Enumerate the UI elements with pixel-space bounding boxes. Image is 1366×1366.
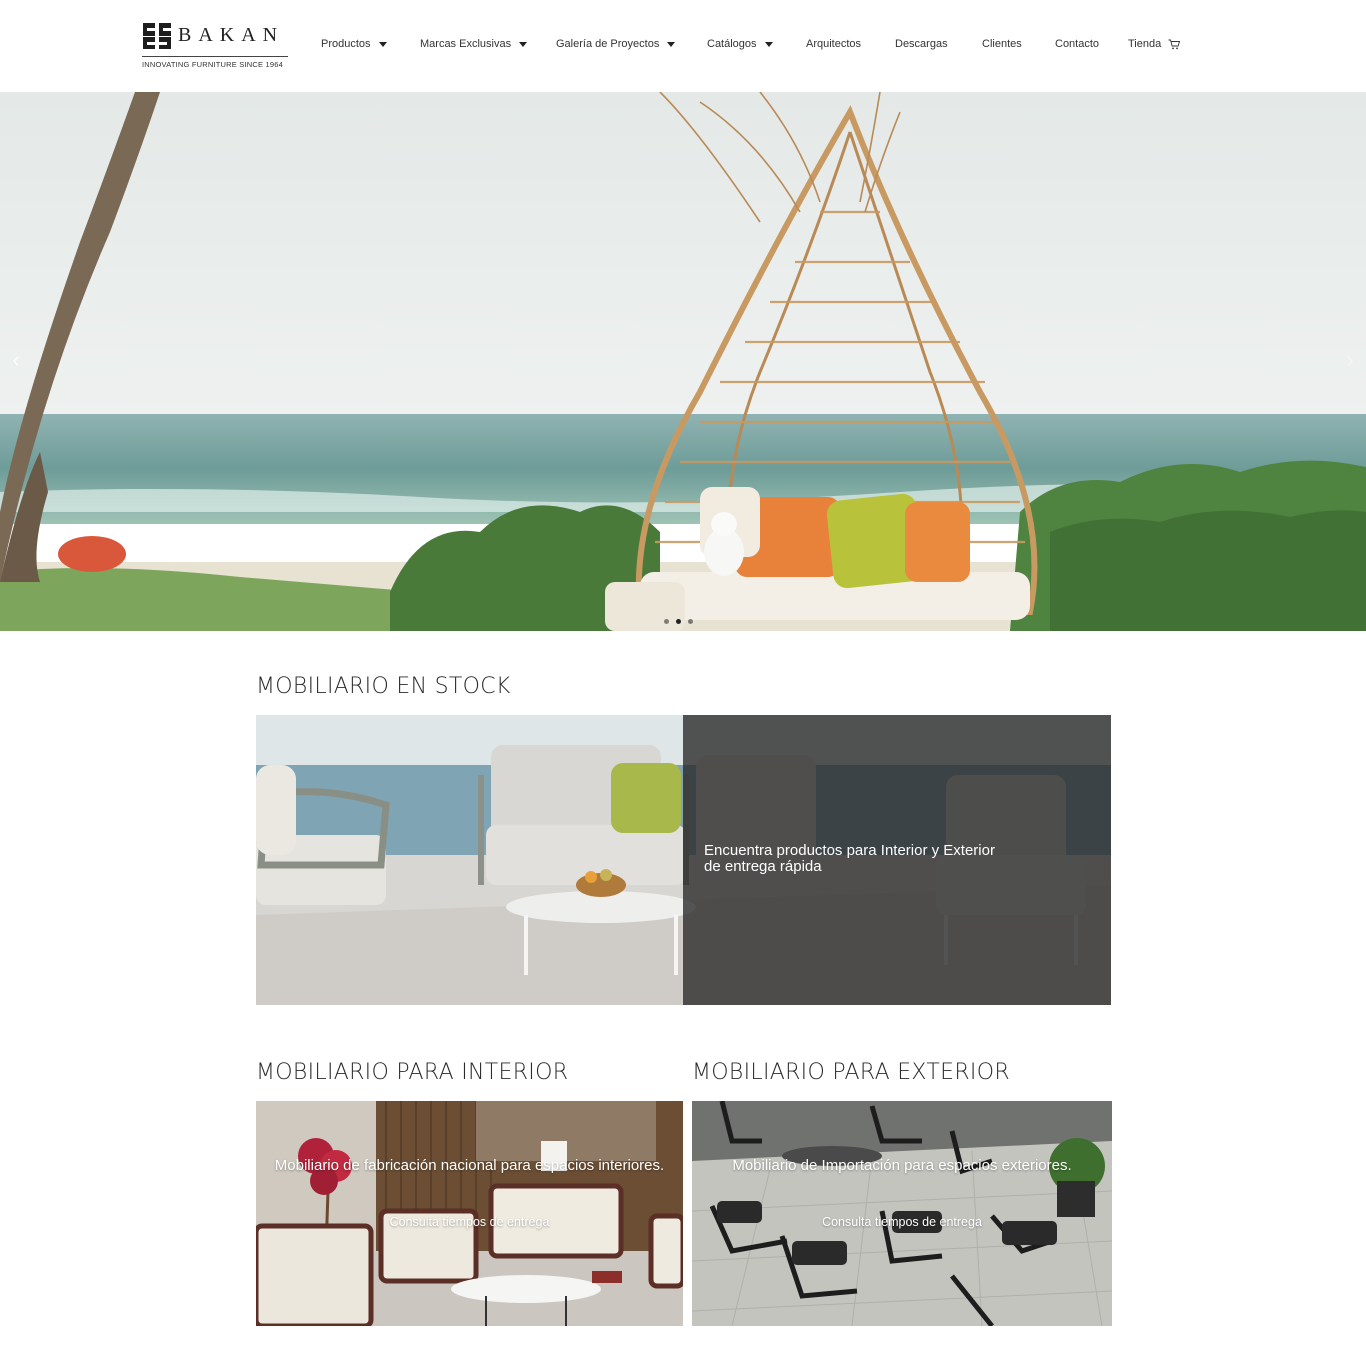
- nav-item-contacto[interactable]: Contacto: [1055, 38, 1099, 50]
- exterior-banner[interactable]: Mobiliario de Importación para espacios …: [692, 1101, 1112, 1326]
- stock-title: MOBILIARIO EN STOCK: [256, 674, 511, 699]
- nav-label: Descargas: [895, 38, 948, 50]
- carousel-next-button[interactable]: ›: [1340, 347, 1360, 373]
- interior-banner[interactable]: Mobiliario de fabricación nacional para …: [256, 1101, 683, 1326]
- nav-label: Catálogos: [707, 38, 757, 50]
- nav-label: Clientes: [982, 38, 1022, 50]
- nav-item-galeria-proyectos[interactable]: Galería de Proyectos: [556, 38, 676, 50]
- interior-title: MOBILIARIO PARA INTERIOR: [256, 1060, 569, 1085]
- exterior-title: MOBILIARIO PARA EXTERIOR: [692, 1060, 1010, 1085]
- nav-label: Tienda: [1128, 38, 1162, 50]
- exterior-image: [692, 1101, 1112, 1326]
- nav-item-tienda[interactable]: Tienda: [1128, 38, 1181, 50]
- chevron-right-icon: ›: [1346, 347, 1354, 372]
- nav-item-catalogos[interactable]: Catálogos: [707, 38, 773, 50]
- carousel-indicators: [664, 619, 693, 624]
- caret-down-icon: [378, 41, 387, 47]
- logo-divider: [142, 56, 288, 57]
- stock-banner[interactable]: Encuentra productos para Interior y Exte…: [256, 715, 1111, 1005]
- carousel-dot[interactable]: [688, 619, 693, 624]
- hero-carousel[interactable]: ‹ ›: [0, 92, 1366, 631]
- nav-label: Productos: [321, 38, 371, 50]
- nav-item-descargas[interactable]: Descargas: [895, 38, 948, 50]
- interior-delivery-link[interactable]: Consulta tiempos de entrega: [256, 1215, 683, 1229]
- main-nav: Productos Marcas Exclusivas Galería de P…: [0, 38, 1366, 54]
- chevron-left-icon: ‹: [12, 347, 20, 372]
- nav-item-marcas-exclusivas[interactable]: Marcas Exclusivas: [420, 38, 528, 50]
- nav-label: Arquitectos: [806, 38, 862, 50]
- nav-label: Galería de Proyectos: [556, 38, 660, 50]
- stock-description: Encuentra productos para Interior y Exte…: [704, 842, 995, 875]
- interior-description: Mobiliario de fabricación nacional para …: [274, 1157, 665, 1174]
- caret-down-icon: [519, 41, 528, 47]
- nav-item-productos[interactable]: Productos: [321, 38, 387, 50]
- hero-image: [0, 92, 1366, 631]
- caret-down-icon: [667, 41, 676, 47]
- nav-label: Contacto: [1055, 38, 1100, 50]
- cart-icon: [1168, 39, 1181, 49]
- carousel-prev-button[interactable]: ‹: [6, 347, 26, 373]
- interior-image: [256, 1101, 683, 1326]
- site-header: BAKAN INNOVATING FURNITURE SINCE 1964 Pr…: [0, 0, 1366, 92]
- carousel-dot[interactable]: [664, 619, 669, 624]
- exterior-delivery-link[interactable]: Consulta tiempos de entrega: [692, 1215, 1112, 1229]
- nav-item-clientes[interactable]: Clientes: [982, 38, 1022, 50]
- carousel-dot-active[interactable]: [676, 619, 681, 624]
- caret-down-icon: [764, 41, 773, 47]
- nav-item-arquitectos[interactable]: Arquitectos: [806, 38, 861, 50]
- brand-tagline: INNOVATING FURNITURE SINCE 1964: [142, 60, 283, 69]
- nav-label: Marcas Exclusivas: [420, 38, 512, 50]
- exterior-description: Mobiliario de Importación para espacios …: [732, 1157, 1072, 1174]
